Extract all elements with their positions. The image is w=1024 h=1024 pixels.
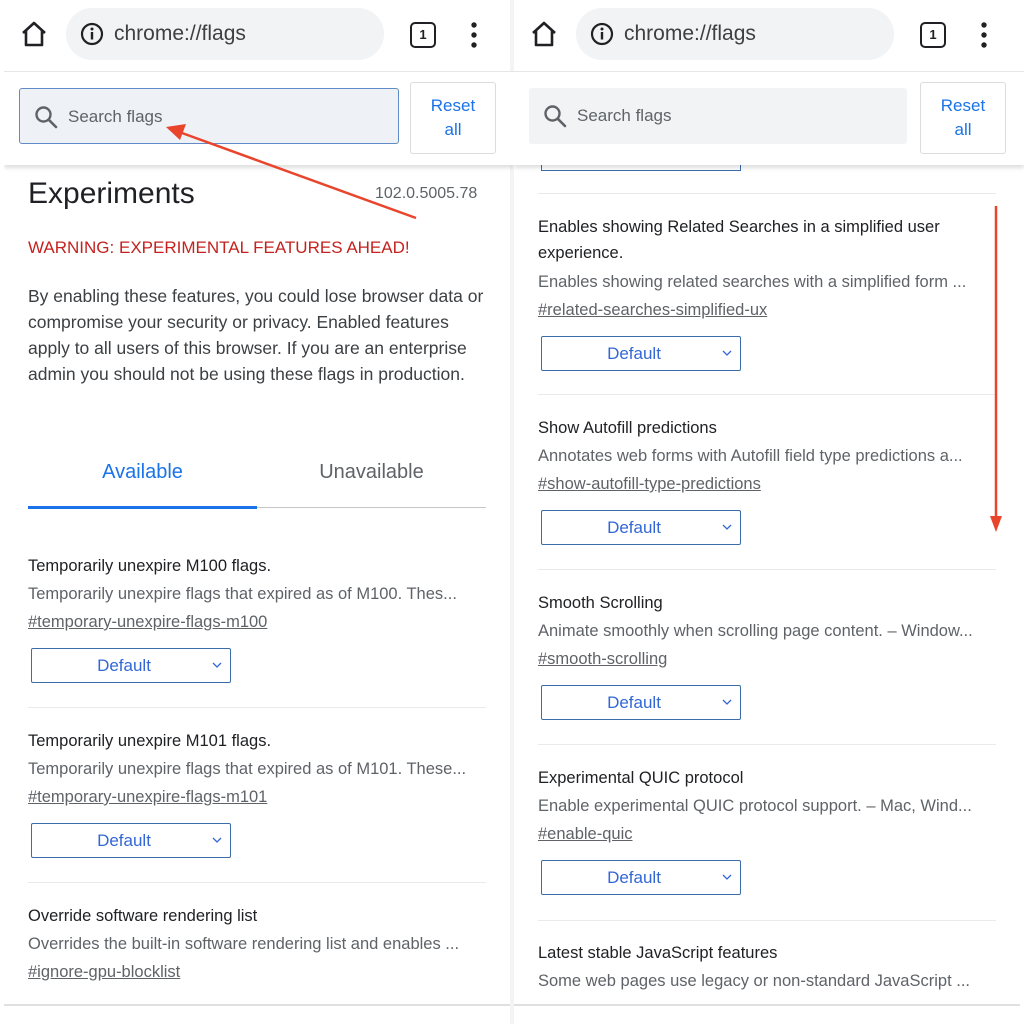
more-menu-icon[interactable] xyxy=(974,20,994,50)
divider xyxy=(538,920,996,921)
experiment-name: Temporarily unexpire M100 flags. xyxy=(28,557,272,575)
experiment-name: Temporarily unexpire M101 flags. xyxy=(28,732,272,750)
experiment-item: Enables showing Related Searches in a si… xyxy=(538,214,996,371)
experiment-name: Enables showing Related Searches in a si… xyxy=(538,218,940,262)
omnibox[interactable]: chrome://flags xyxy=(66,8,384,60)
search-icon xyxy=(544,105,567,128)
home-icon[interactable] xyxy=(20,20,48,48)
experiment-item: Override software rendering list Overrid… xyxy=(28,904,486,982)
page-title: Experiments xyxy=(28,177,195,210)
url-text[interactable]: chrome://flags xyxy=(624,22,756,46)
chevron-down-icon xyxy=(212,837,222,843)
search-input[interactable]: Search flags xyxy=(19,88,399,144)
chevron-down-icon xyxy=(722,524,732,530)
bottom-edge xyxy=(514,1004,1020,1006)
divider xyxy=(538,744,996,745)
search-placeholder: Search flags xyxy=(577,106,672,125)
experiment-item: Temporarily unexpire M100 flags. Tempora… xyxy=(28,554,486,683)
experiment-permalink[interactable]: #enable-quic xyxy=(538,824,633,844)
intro-text: By enabling these features, you could lo… xyxy=(28,286,484,384)
experiment-name: Latest stable JavaScript features xyxy=(538,944,778,962)
experiment-state-select[interactable]: Default xyxy=(541,685,741,720)
divider xyxy=(28,707,486,708)
experiments-list-scrolled: Enables showing Related Searches in a si… xyxy=(514,164,1024,1004)
experiment-permalink[interactable]: #show-autofill-type-predictions xyxy=(538,474,761,494)
experiment-item: Experimental QUIC protocol Enable experi… xyxy=(538,766,996,895)
experiment-state-select[interactable]: Default xyxy=(541,860,741,895)
experiment-state-select[interactable]: Default xyxy=(541,510,741,545)
experiment-description: Some web pages use legacy or non-standar… xyxy=(538,972,970,990)
reset-all-button[interactable]: Reset all xyxy=(410,82,496,154)
experiment-permalink[interactable]: #smooth-scrolling xyxy=(538,649,667,669)
experiment-state-select[interactable]: Default xyxy=(31,823,231,858)
experiment-name: Show Autofill predictions xyxy=(538,419,717,437)
flags-search-bar: Search flags Reset all xyxy=(4,71,514,165)
browser-toolbar: chrome://flags 1 xyxy=(514,0,1024,70)
experiment-state-select[interactable]: Default xyxy=(31,648,231,683)
chevron-down-icon xyxy=(722,350,732,356)
experiment-name: Experimental QUIC protocol xyxy=(538,769,744,787)
experiment-description: Temporarily unexpire flags that expired … xyxy=(28,585,457,603)
experiment-item: Smooth Scrolling Animate smoothly when s… xyxy=(538,591,996,720)
experiment-description: Animate smoothly when scrolling page con… xyxy=(538,622,973,640)
experiment-item: Temporarily unexpire M101 flags. Tempora… xyxy=(28,729,486,858)
search-input[interactable]: Search flags xyxy=(529,88,907,144)
left-screenshot: chrome://flags 1 Search flags Reset all … xyxy=(4,0,514,1004)
experiment-name: Smooth Scrolling xyxy=(538,594,663,612)
divider xyxy=(28,882,486,883)
chevron-down-icon xyxy=(722,699,732,705)
tab-available[interactable]: Available xyxy=(28,461,257,484)
chevron-down-icon xyxy=(722,874,732,880)
home-icon[interactable] xyxy=(530,20,558,48)
experiment-description: Enables showing related searches with a … xyxy=(538,273,967,291)
experiment-description: Enable experimental QUIC protocol suppor… xyxy=(538,797,972,815)
experiment-item: Show Autofill predictions Annotates web … xyxy=(538,416,996,545)
tab-switcher-icon[interactable]: 1 xyxy=(920,22,946,48)
more-menu-icon[interactable] xyxy=(464,20,484,50)
tab-unavailable[interactable]: Unavailable xyxy=(257,461,486,484)
experiments-page: Experiments 102.0.5005.78 WARNING: EXPER… xyxy=(4,164,514,1004)
experiment-permalink[interactable]: #ignore-gpu-blocklist xyxy=(28,962,180,982)
active-tab-indicator xyxy=(28,506,257,509)
experiment-permalink[interactable]: #temporary-unexpire-flags-m100 xyxy=(28,612,267,632)
experiment-state-select[interactable] xyxy=(541,164,741,171)
experiment-name: Override software rendering list xyxy=(28,907,258,925)
warning-text: WARNING: EXPERIMENTAL FEATURES AHEAD! xyxy=(28,238,410,257)
right-screenshot: chrome://flags 1 Search flags Reset all … xyxy=(514,0,1024,1004)
reset-all-button[interactable]: Reset all xyxy=(920,82,1006,154)
experiment-permalink[interactable]: #related-searches-simplified-ux xyxy=(538,300,767,320)
info-icon[interactable] xyxy=(590,22,614,46)
experiment-permalink[interactable]: #temporary-unexpire-flags-m101 xyxy=(28,787,267,807)
tab-switcher-icon[interactable]: 1 xyxy=(410,22,436,48)
search-placeholder: Search flags xyxy=(68,107,163,126)
chevron-down-icon xyxy=(212,662,222,668)
divider xyxy=(538,394,996,395)
experiment-item: Latest stable JavaScript features Some w… xyxy=(538,941,996,991)
browser-toolbar: chrome://flags 1 xyxy=(4,0,514,70)
omnibox[interactable]: chrome://flags xyxy=(576,8,894,60)
divider xyxy=(538,193,996,194)
bottom-edge xyxy=(4,1004,510,1006)
divider xyxy=(538,569,996,570)
flags-search-bar: Search flags Reset all xyxy=(514,71,1024,165)
experiment-state-select[interactable]: Default xyxy=(541,336,741,371)
info-icon[interactable] xyxy=(80,22,104,46)
experiment-description: Annotates web forms with Autofill field … xyxy=(538,447,963,465)
url-text[interactable]: chrome://flags xyxy=(114,22,246,46)
version-label: 102.0.5005.78 xyxy=(375,185,478,202)
search-icon xyxy=(35,106,58,129)
experiment-description: Overrides the built-in software renderin… xyxy=(28,935,460,953)
experiment-description: Temporarily unexpire flags that expired … xyxy=(28,760,467,778)
tab-bar: Available Unavailable xyxy=(28,449,486,509)
